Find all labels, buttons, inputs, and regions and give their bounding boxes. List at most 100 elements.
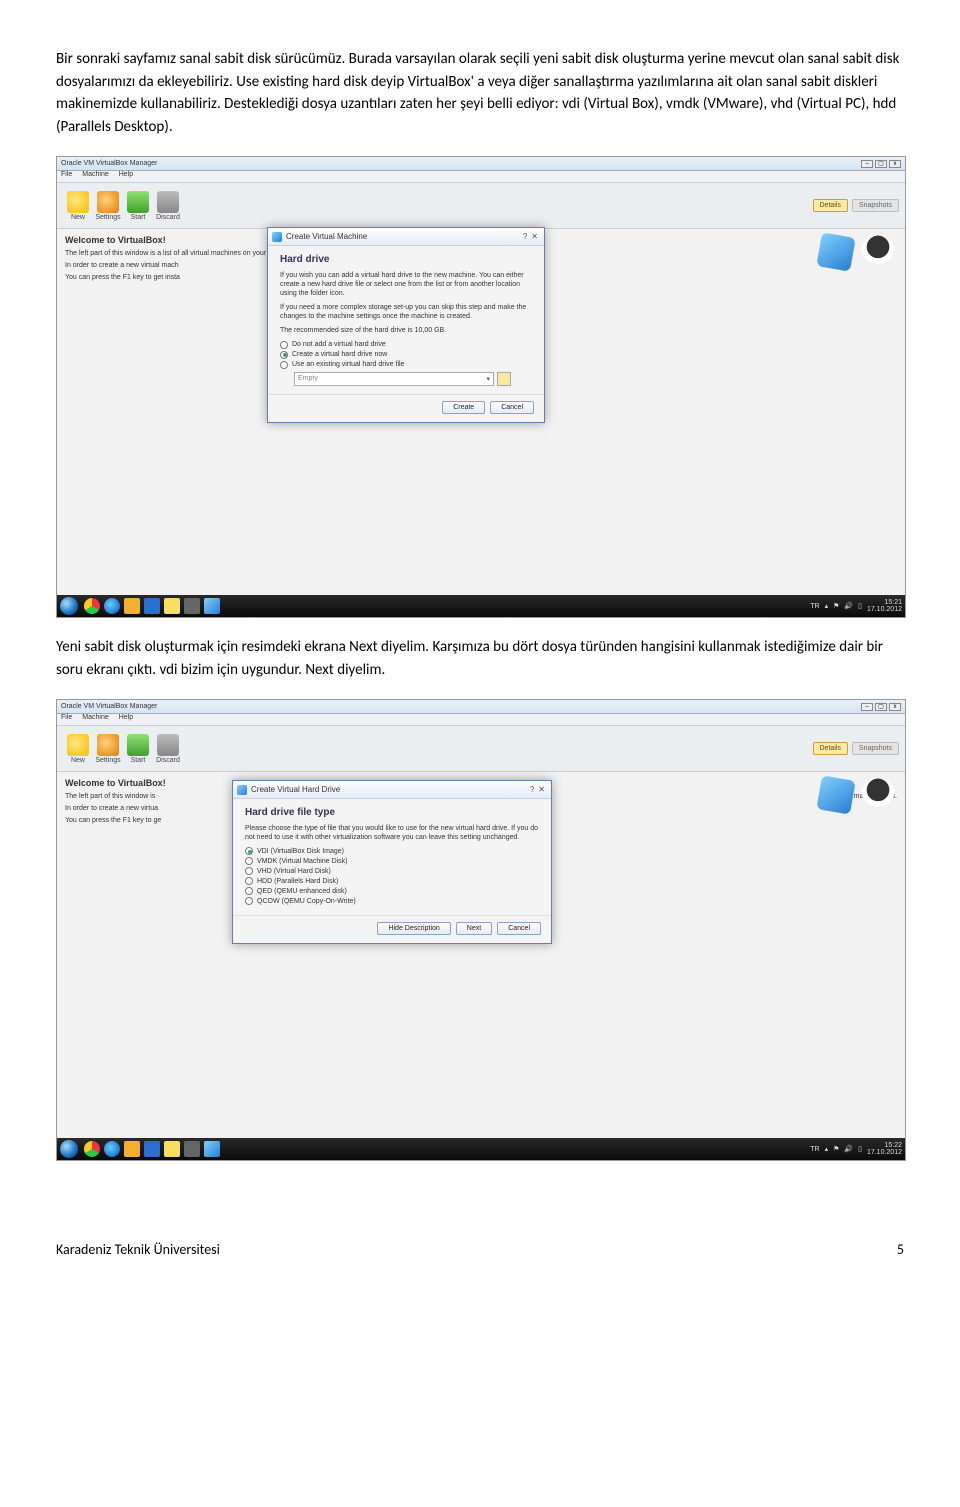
dialog-text-1: Please choose the type of file that you … (245, 824, 539, 842)
discard-button[interactable]: Discard (153, 191, 183, 221)
chrome-icon[interactable] (84, 598, 100, 614)
tray-lang[interactable]: TR (810, 603, 819, 610)
window-title: Oracle VM VirtualBox Manager (61, 703, 861, 710)
menu-help[interactable]: Help (119, 714, 133, 725)
radio-qed[interactable]: QED (QEMU enhanced disk) (245, 887, 539, 895)
virtualbox-logo-icon (816, 232, 855, 271)
tray-network-icon[interactable]: ▯ (858, 602, 862, 610)
tab-details[interactable]: Details (813, 742, 848, 755)
new-button[interactable]: New (63, 734, 93, 764)
dialog-text-3: The recommended size of the hard drive i… (280, 326, 532, 335)
taskbar-icon-7[interactable] (184, 1141, 200, 1157)
word-icon[interactable] (144, 1141, 160, 1157)
next-button[interactable]: Next (456, 922, 492, 935)
radio-create-now[interactable]: Create a virtual hard drive now (280, 351, 532, 359)
tray-volume-icon[interactable]: 🔊 (844, 1145, 853, 1153)
hide-description-button[interactable]: Hide Description (377, 922, 450, 935)
settings-button[interactable]: Settings (93, 734, 123, 764)
dialog-icon (272, 232, 282, 242)
ie-icon[interactable] (104, 1141, 120, 1157)
tray-flag-icon[interactable]: ⚑ (833, 602, 839, 610)
taskbar-icon-7[interactable] (184, 598, 200, 614)
dialog-help-icon[interactable]: ? (521, 232, 529, 241)
cancel-button[interactable]: Cancel (497, 922, 541, 935)
radio-qcow[interactable]: QCOW (QEMU Copy-On-Write) (245, 897, 539, 905)
minimize-icon[interactable]: – (861, 703, 873, 711)
new-icon (67, 734, 89, 756)
dialog-close-icon[interactable]: ✕ (529, 232, 540, 241)
virtualbox-taskbar-icon[interactable] (204, 598, 220, 614)
explorer-icon[interactable] (164, 598, 180, 614)
cancel-button[interactable]: Cancel (490, 401, 534, 414)
existing-disk-combo[interactable]: Empty (294, 372, 494, 386)
dialog-title: Create Virtual Hard Drive (251, 785, 528, 794)
discard-button[interactable]: Discard (153, 734, 183, 764)
explorer-icon[interactable] (164, 1141, 180, 1157)
tab-details[interactable]: Details (813, 199, 848, 212)
radio-hdd[interactable]: HDD (Parallels Hard Disk) (245, 877, 539, 885)
dialog-close-icon[interactable]: ✕ (536, 785, 547, 794)
screenshot-1: Oracle VM VirtualBox Manager – ▢ x File … (56, 156, 906, 618)
toolbar: New Settings Start Discard Details Snaps… (57, 726, 905, 772)
mid-paragraph: Yeni sabit disk oluşturmak için resimdek… (56, 636, 904, 681)
screenshot-2: Oracle VM VirtualBox Manager – ▢ x File … (56, 699, 906, 1161)
maximize-icon[interactable]: ▢ (875, 703, 887, 711)
tray-volume-icon[interactable]: 🔊 (844, 602, 853, 610)
taskbar: TR ▴ ⚑ 🔊 ▯ 15:22 17.10.2012 (57, 1138, 905, 1160)
maximize-icon[interactable]: ▢ (875, 160, 887, 168)
tray-lang[interactable]: TR (810, 1146, 819, 1153)
start-orb-icon[interactable] (60, 597, 78, 615)
tray-up-icon[interactable]: ▴ (825, 1145, 829, 1153)
tray-up-icon[interactable]: ▴ (825, 602, 829, 610)
radio-icon (280, 351, 288, 359)
virtualbox-taskbar-icon[interactable] (204, 1141, 220, 1157)
create-button[interactable]: Create (442, 401, 485, 414)
discard-icon (157, 734, 179, 756)
close-icon[interactable]: x (889, 703, 901, 711)
ie-icon[interactable] (104, 598, 120, 614)
close-icon[interactable]: x (889, 160, 901, 168)
start-orb-icon[interactable] (60, 1140, 78, 1158)
settings-button[interactable]: Settings (93, 191, 123, 221)
radio-use-existing[interactable]: Use an existing virtual hard drive file (280, 361, 532, 369)
tab-snapshots[interactable]: Snapshots (852, 742, 899, 755)
minimize-icon[interactable]: – (861, 160, 873, 168)
tab-snapshots[interactable]: Snapshots (852, 199, 899, 212)
radio-vdi[interactable]: VDI (VirtualBox Disk Image) (245, 847, 539, 855)
radio-vmdk[interactable]: VMDK (Virtual Machine Disk) (245, 857, 539, 865)
tux-icon (861, 235, 895, 269)
new-button[interactable]: New (63, 191, 93, 221)
create-vhd-dialog: Create Virtual Hard Drive ? ✕ Hard drive… (232, 780, 552, 944)
menu-file[interactable]: File (61, 171, 72, 182)
tray-network-icon[interactable]: ▯ (858, 1145, 862, 1153)
dialog-title: Create Virtual Machine (286, 232, 521, 241)
radio-vhd[interactable]: VHD (Virtual Hard Disk) (245, 867, 539, 875)
menu-machine[interactable]: Machine (82, 171, 108, 182)
radio-no-drive[interactable]: Do not add a virtual hard drive (280, 341, 532, 349)
discard-icon (157, 191, 179, 213)
main-body: Welcome to VirtualBox! The left part of … (57, 772, 905, 1138)
radio-icon (280, 341, 288, 349)
dialog-icon (237, 785, 247, 795)
footer-page-number: 5 (897, 1241, 904, 1258)
radio-icon (245, 887, 253, 895)
intro-paragraph: Bir sonraki sayfamız sanal sabit disk sü… (56, 48, 904, 138)
dialog-help-icon[interactable]: ? (528, 785, 536, 794)
chrome-icon[interactable] (84, 1141, 100, 1157)
menu-machine[interactable]: Machine (82, 714, 108, 725)
radio-icon (245, 897, 253, 905)
start-button[interactable]: Start (123, 191, 153, 221)
menu-file[interactable]: File (61, 714, 72, 725)
browse-folder-icon[interactable] (497, 372, 511, 386)
word-icon[interactable] (144, 598, 160, 614)
radio-icon (245, 847, 253, 855)
tray-clock[interactable]: 15:21 17.10.2012 (867, 599, 902, 613)
start-button[interactable]: Start (123, 734, 153, 764)
tray-flag-icon[interactable]: ⚑ (833, 1145, 839, 1153)
taskbar-icon-4[interactable] (124, 1141, 140, 1157)
menu-bar: File Machine Help (57, 714, 905, 726)
tray-clock[interactable]: 15:22 17.10.2012 (867, 1142, 902, 1156)
taskbar-icon-4[interactable] (124, 598, 140, 614)
window-titlebar: Oracle VM VirtualBox Manager – ▢ x (57, 157, 905, 171)
menu-help[interactable]: Help (119, 171, 133, 182)
